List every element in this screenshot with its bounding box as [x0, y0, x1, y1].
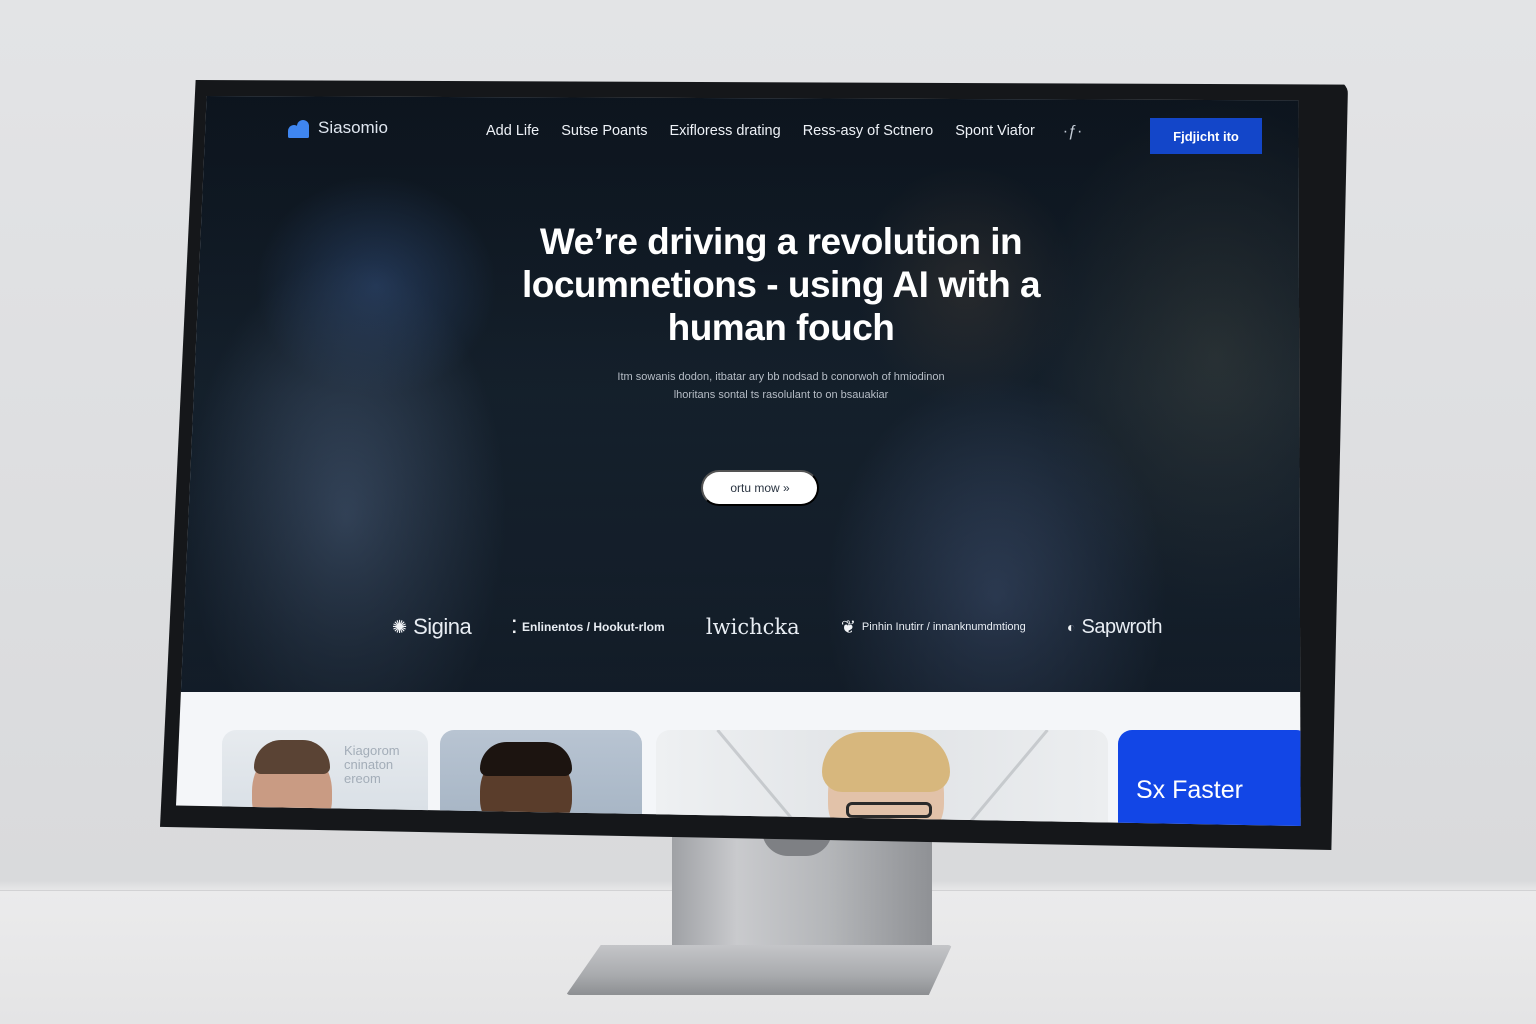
main-nav: Add Life Sutse Poants Exifloress drating… — [486, 123, 1082, 141]
hero-subtext: Itm sowanis dodon, itbatar ary bb nodsad… — [617, 371, 945, 401]
partner-logo-lwichcka[interactable]: lwichcka — [706, 615, 800, 639]
stat-label: Sx Faster — [1136, 776, 1243, 804]
team-card-3[interactable] — [656, 730, 1108, 826]
nav-item-4[interactable]: Ress-asy of Sctnero — [803, 123, 934, 141]
partner-logo-pinhin[interactable]: ❦ Pinhin Inutirr / innanknumdmtiong — [841, 617, 1026, 638]
card-overlay-text: Kiagorom cninaton ereom — [344, 743, 400, 786]
nav-item-1[interactable]: Add Life — [486, 123, 539, 141]
site-logo[interactable]: Siasomio — [288, 118, 388, 138]
partner-logos: ✺ Sigina ▪ ▪ Enlinentos / Hookut-rlom lwi… — [392, 614, 1162, 640]
hero-cta-button[interactable]: ortu mow » — [701, 470, 819, 506]
partner-name: lwichcka — [705, 615, 800, 639]
partner-logo-enlinentos[interactable]: ▪ ▪ Enlinentos / Hookut-rlom — [512, 616, 664, 638]
partner-name: Sigina — [413, 614, 472, 639]
header-cta-button[interactable]: Fjdjicht ito — [1150, 118, 1262, 154]
nav-item-2[interactable]: Sutse Poants — [561, 123, 647, 141]
partner-name: Sapwroth — [1081, 615, 1162, 638]
stat-card[interactable]: Sx Faster — [1118, 730, 1301, 826]
monitor-screen: Siasomio Add Life Sutse Poants Exiflores… — [176, 96, 1301, 826]
nav-item-3[interactable]: Exifloress drating — [669, 123, 780, 141]
partner-logo-sigina[interactable]: ✺ Sigina — [392, 614, 472, 640]
language-icon[interactable]: ·ƒ· — [1063, 123, 1083, 141]
lightbulb-icon: ✺ — [392, 616, 408, 637]
drop-icon: ◐ — [1067, 619, 1076, 635]
leaf-icon: ❦ — [840, 616, 856, 637]
monitor-stand-base — [566, 945, 952, 995]
logo-icon — [288, 118, 312, 138]
partner-logo-sapwroth[interactable]: ◐ Sapwroth — [1067, 616, 1162, 639]
partner-name: Enlinentos / Hookut-rlom — [522, 619, 665, 634]
hero-headline: We’re driving a revolution in locumnetio… — [521, 221, 1041, 348]
logo-text: Siasomio — [318, 118, 388, 137]
background-line — [956, 730, 1049, 826]
background-line — [716, 730, 809, 826]
partner-name: Pinhin Inutirr / innanknumdmtiong — [861, 620, 1026, 633]
nav-item-5[interactable]: Spont Viafor — [955, 123, 1035, 141]
glasses-icon — [846, 802, 932, 818]
grid-icon: ▪ ▪ — [512, 616, 517, 638]
hero-section: Siasomio Add Life Sutse Poants Exiflores… — [176, 96, 1301, 692]
